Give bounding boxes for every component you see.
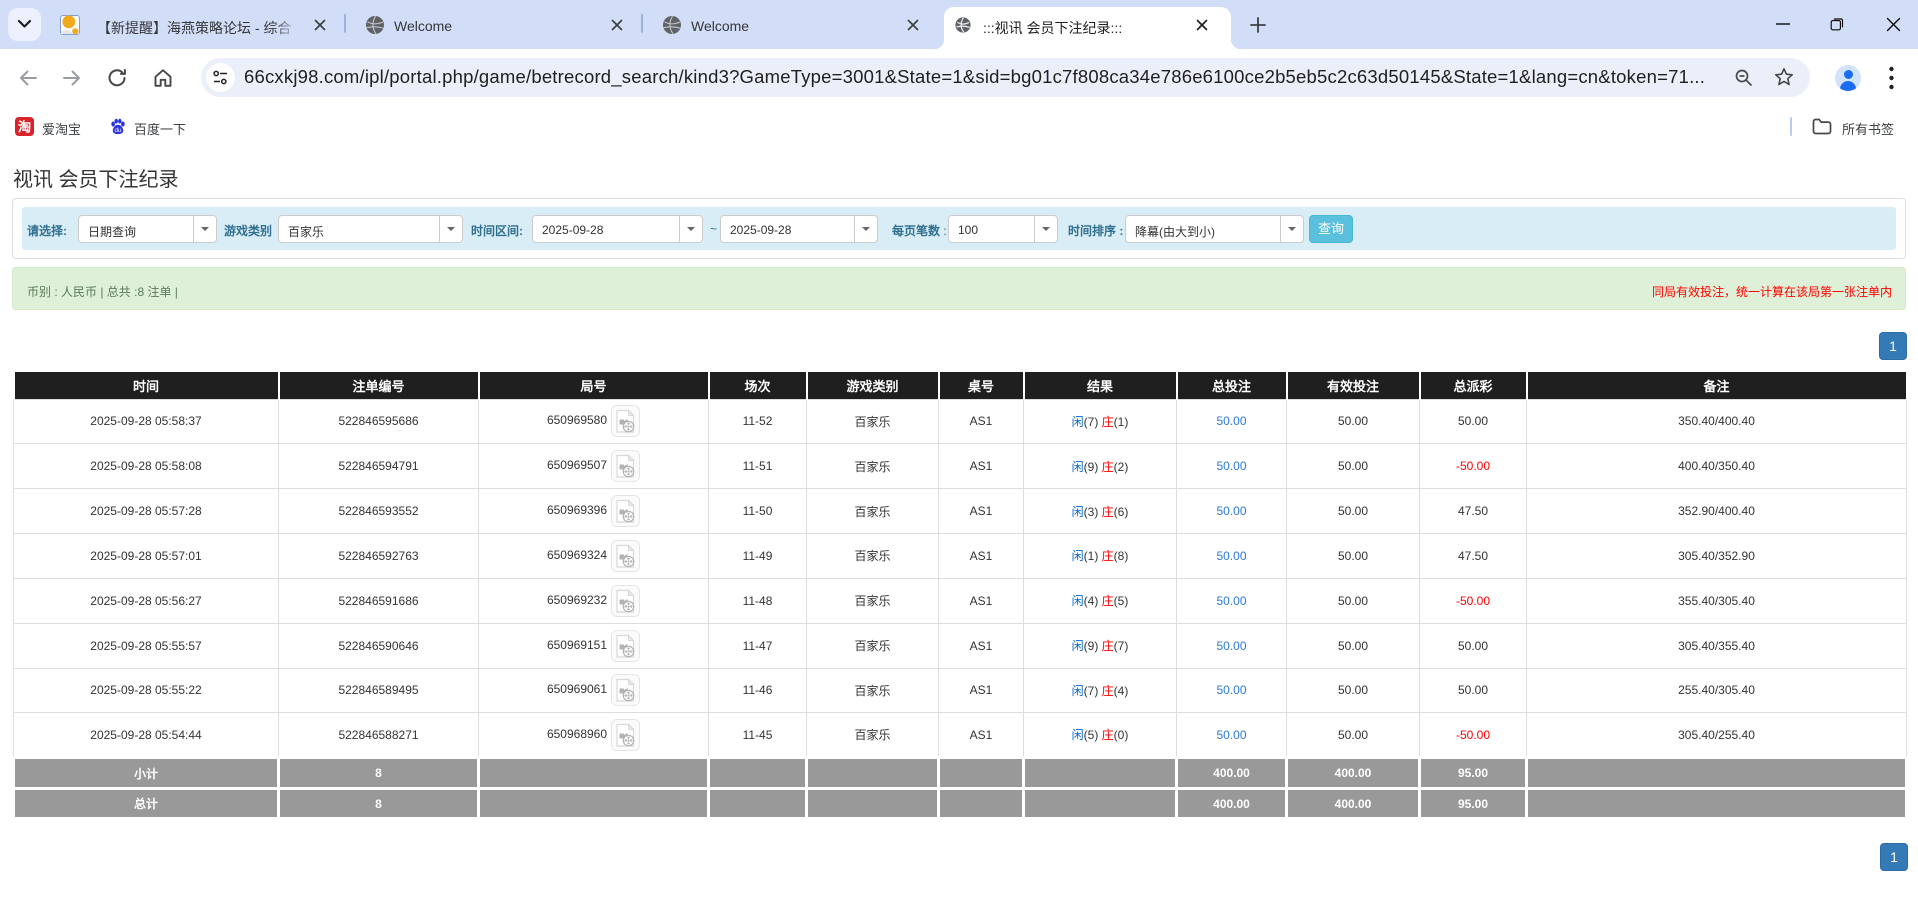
svg-text:du: du [114, 127, 122, 134]
svg-text:淘: 淘 [18, 119, 31, 135]
